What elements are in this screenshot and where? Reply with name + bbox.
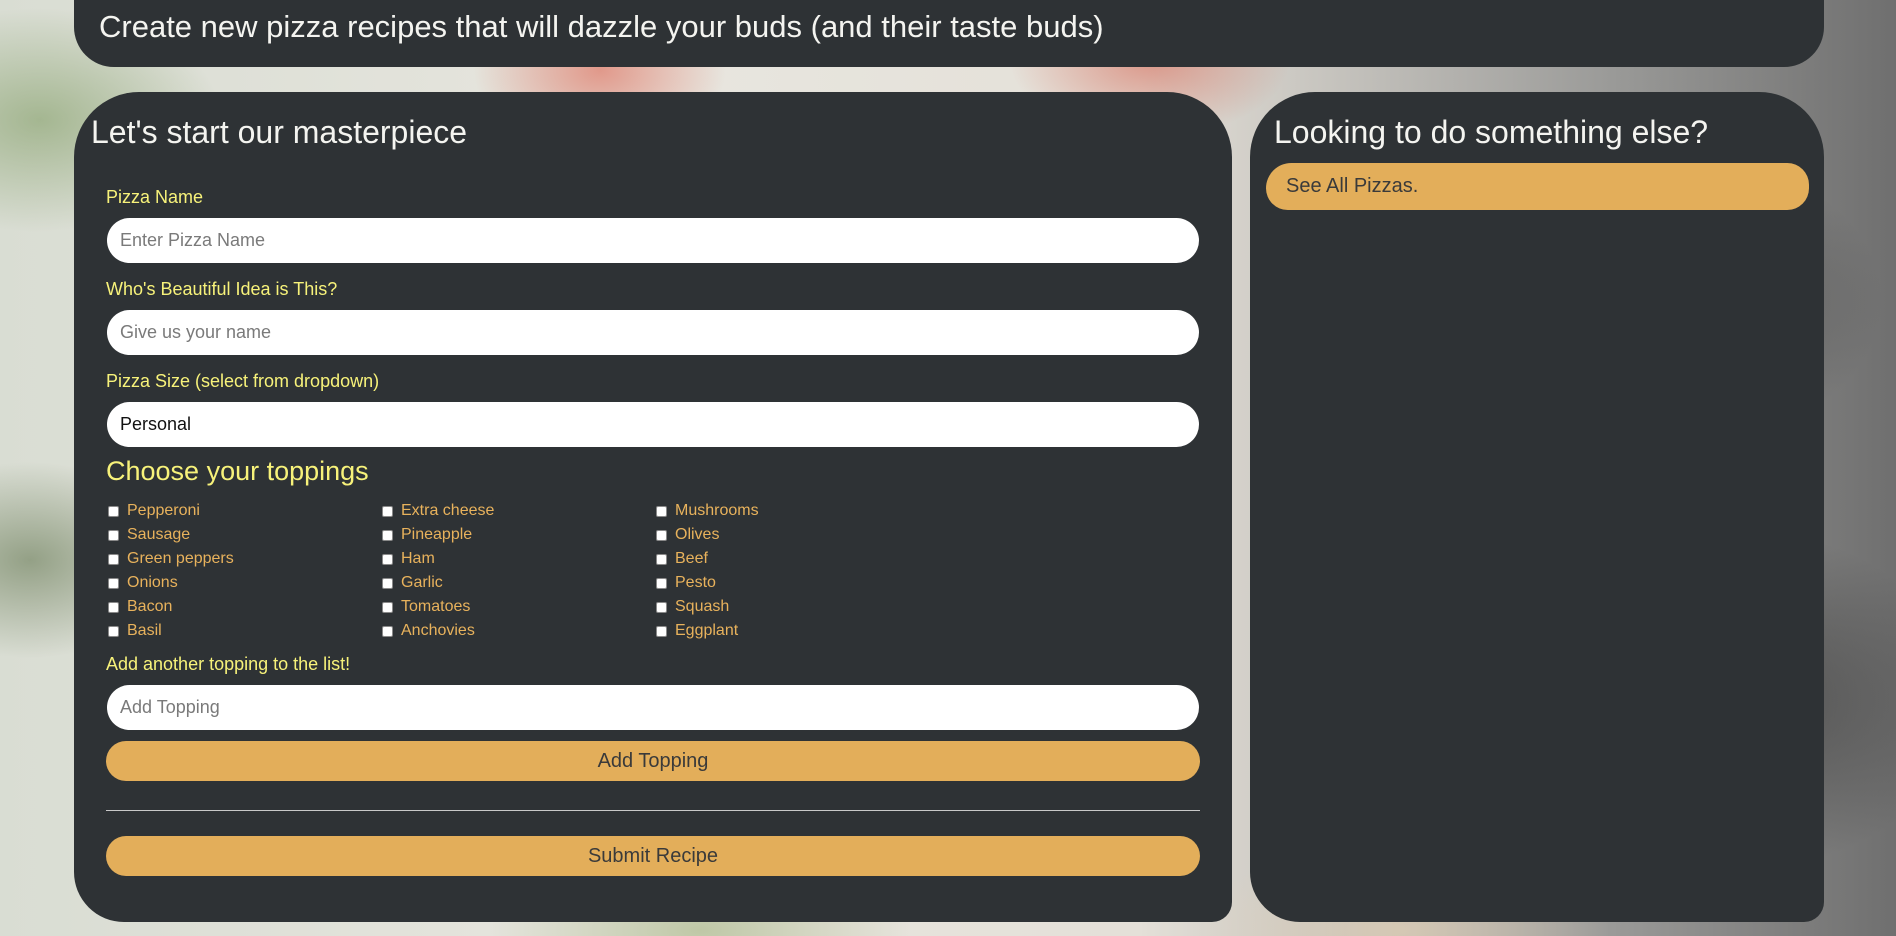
- topping-label: Bacon: [127, 598, 173, 615]
- topping-item[interactable]: Eggplant: [656, 619, 759, 643]
- checkbox[interactable]: [382, 529, 393, 541]
- banner-title: Create new pizza recipes that will dazzl…: [99, 9, 1104, 44]
- topping-label: Mushrooms: [675, 502, 759, 519]
- checkbox[interactable]: [656, 625, 667, 637]
- topping-label: Olives: [675, 526, 720, 543]
- topping-label: Pepperoni: [127, 502, 200, 519]
- topping-label: Green peppers: [127, 550, 234, 567]
- topping-label: Eggplant: [675, 622, 739, 639]
- author-label: Who's Beautiful Idea is This?: [106, 279, 338, 299]
- add-topping-button[interactable]: Add Topping: [106, 741, 1200, 781]
- topping-item[interactable]: Pesto: [656, 571, 759, 595]
- topping-item[interactable]: Extra cheese: [382, 499, 494, 523]
- topping-item[interactable]: Beef: [656, 547, 759, 571]
- checkbox[interactable]: [656, 577, 667, 589]
- topping-label: Onions: [127, 574, 178, 591]
- topping-item[interactable]: Ham: [382, 547, 494, 571]
- checkbox[interactable]: [656, 553, 667, 565]
- checkbox[interactable]: [108, 601, 119, 613]
- checkbox[interactable]: [108, 553, 119, 565]
- topping-item[interactable]: Squash: [656, 595, 759, 619]
- form-title: Let's start our masterpiece: [91, 114, 468, 150]
- topping-label: Tomatoes: [401, 598, 471, 615]
- sidebar-panel: Looking to do something else? See All Pi…: [1250, 92, 1824, 922]
- author-name-input[interactable]: [107, 310, 1199, 355]
- toppings-column-2: Extra cheese Pineapple Ham Garlic Tomato…: [382, 499, 494, 643]
- topping-item[interactable]: Basil: [108, 619, 234, 643]
- topping-item[interactable]: Anchovies: [382, 619, 494, 643]
- checkbox[interactable]: [108, 529, 119, 541]
- recipe-form-panel: Let's start our masterpiece Pizza Name W…: [74, 92, 1232, 922]
- topping-label: Beef: [675, 550, 708, 567]
- checkbox[interactable]: [382, 625, 393, 637]
- checkbox[interactable]: [108, 577, 119, 589]
- topping-item[interactable]: Green peppers: [108, 547, 234, 571]
- topping-item[interactable]: Tomatoes: [382, 595, 494, 619]
- checkbox[interactable]: [382, 601, 393, 613]
- topping-label: Basil: [127, 622, 162, 639]
- toppings-column-3: Mushrooms Olives Beef Pesto Squash Eggpl…: [656, 499, 759, 643]
- topping-label: Squash: [675, 598, 730, 615]
- pizza-name-input[interactable]: [107, 218, 1199, 263]
- pizza-name-label: Pizza Name: [106, 187, 204, 207]
- toppings-heading: Choose your toppings: [106, 456, 369, 486]
- topping-label: Extra cheese: [401, 502, 495, 519]
- pizza-size-label: Pizza Size (select from dropdown): [106, 371, 380, 391]
- sidebar-title: Looking to do something else?: [1274, 114, 1709, 150]
- checkbox[interactable]: [382, 553, 393, 565]
- pizza-size-selected: Personal: [120, 414, 192, 434]
- topping-item[interactable]: Pineapple: [382, 523, 494, 547]
- add-topping-label: Add another topping to the list!: [106, 654, 351, 674]
- checkbox[interactable]: [656, 529, 667, 541]
- topping-label: Pineapple: [401, 526, 473, 543]
- pizza-size-select[interactable]: Personal: [107, 402, 1199, 447]
- topping-item[interactable]: Onions: [108, 571, 234, 595]
- topping-item[interactable]: Bacon: [108, 595, 234, 619]
- topping-item[interactable]: Mushrooms: [656, 499, 759, 523]
- topping-item[interactable]: Sausage: [108, 523, 234, 547]
- topping-label: Ham: [401, 550, 435, 567]
- checkbox[interactable]: [382, 577, 393, 589]
- see-all-pizzas-link[interactable]: See All Pizzas.: [1266, 163, 1809, 210]
- checkbox[interactable]: [108, 625, 119, 637]
- toppings-column-1: Pepperoni Sausage Green peppers Onions B…: [108, 499, 234, 643]
- topping-item[interactable]: Garlic: [382, 571, 494, 595]
- checkbox[interactable]: [656, 505, 667, 517]
- new-topping-input[interactable]: [107, 685, 1199, 730]
- checkbox[interactable]: [382, 505, 393, 517]
- topping-label: Garlic: [401, 574, 443, 591]
- topping-label: Pesto: [675, 574, 716, 591]
- top-banner: Create new pizza recipes that will dazzl…: [74, 0, 1824, 67]
- topping-label: Sausage: [127, 526, 191, 543]
- submit-recipe-button[interactable]: Submit Recipe: [106, 836, 1200, 876]
- divider: [106, 810, 1200, 811]
- checkbox[interactable]: [656, 601, 667, 613]
- topping-item[interactable]: Olives: [656, 523, 759, 547]
- checkbox[interactable]: [108, 505, 119, 517]
- topping-item[interactable]: Pepperoni: [108, 499, 234, 523]
- topping-label: Anchovies: [401, 622, 475, 639]
